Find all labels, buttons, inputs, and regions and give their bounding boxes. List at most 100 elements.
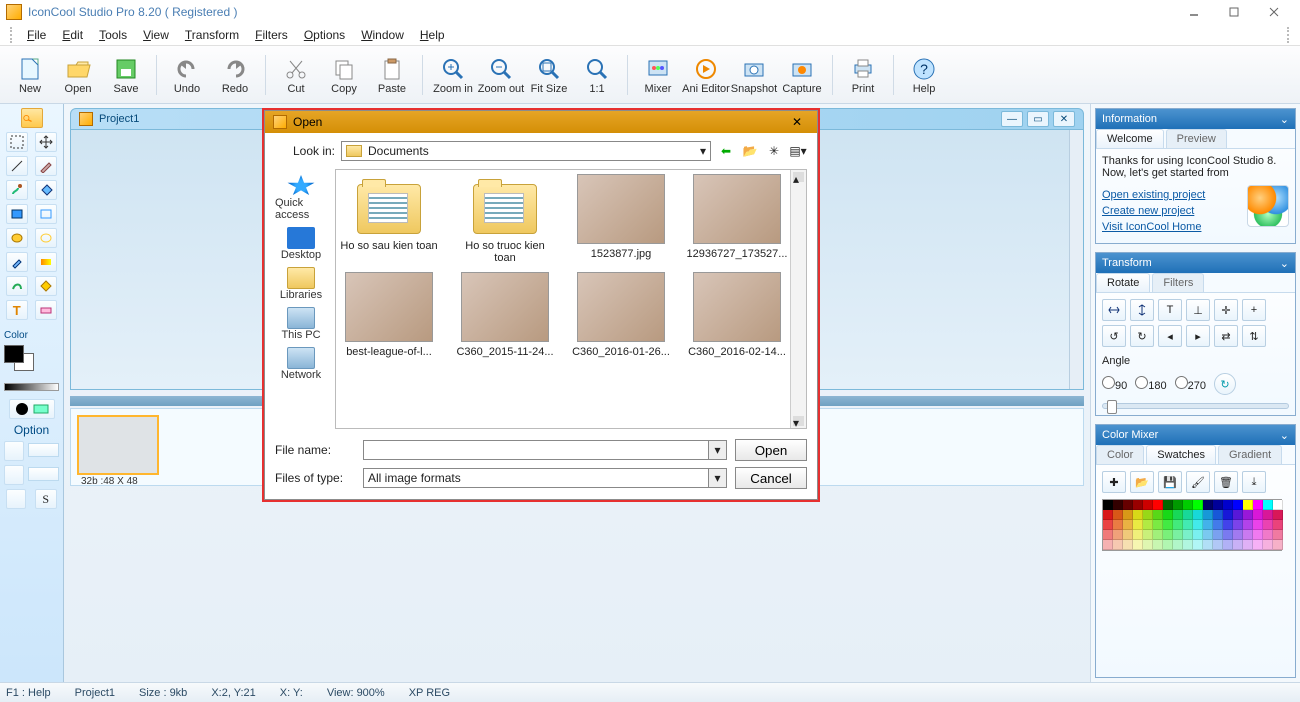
place-libraries[interactable]: Libraries: [280, 267, 322, 301]
anieditor-button[interactable]: Ani Editor: [682, 49, 730, 101]
close-button[interactable]: [1254, 2, 1294, 22]
swatch-del-icon[interactable]: 🗑: [1214, 471, 1238, 493]
filesoftype-select[interactable]: All image formats▾: [363, 468, 727, 488]
filename-input[interactable]: ▾: [363, 440, 727, 460]
canvas-scrollbar-v[interactable]: [1069, 130, 1083, 389]
tab-gradient[interactable]: Gradient: [1218, 445, 1282, 464]
help-button[interactable]: ?Help: [900, 49, 948, 101]
file-scrollbar[interactable]: ▴ ▾: [790, 170, 806, 428]
cut-button[interactable]: Cut: [272, 49, 320, 101]
rect-outline-tool[interactable]: [35, 204, 57, 224]
tab-preview[interactable]: Preview: [1166, 129, 1227, 148]
eyedrop-tool[interactable]: [6, 252, 28, 272]
align-icon[interactable]: +: [1242, 299, 1266, 321]
opt-3[interactable]: [6, 489, 26, 509]
link-create-new[interactable]: Create new project: [1102, 205, 1239, 217]
tab-rotate[interactable]: Rotate: [1096, 273, 1150, 292]
swap2-icon[interactable]: ⇅: [1242, 325, 1266, 347]
paste-button[interactable]: Paste: [368, 49, 416, 101]
rect-tool[interactable]: [6, 204, 28, 224]
line-tool[interactable]: [6, 156, 28, 176]
file-item[interactable]: C360_2016-01-26...: [572, 272, 670, 358]
panel-collapse-icon[interactable]: ⌄: [1280, 113, 1289, 126]
ellipse-tool[interactable]: [6, 228, 28, 248]
redo-button[interactable]: Redo: [211, 49, 259, 101]
gradient-tool[interactable]: [35, 252, 57, 272]
mirror2-icon[interactable]: ⊥: [1186, 299, 1210, 321]
magic-wand-tool[interactable]: [21, 108, 43, 128]
capture-button[interactable]: Capture: [778, 49, 826, 101]
shape-tool[interactable]: [35, 276, 57, 296]
file-item[interactable]: C360_2016-02-14...: [688, 272, 786, 358]
menu-help[interactable]: Help: [412, 26, 453, 44]
thumbnail[interactable]: 32b :48 X 48: [77, 415, 159, 475]
doc-max-button[interactable]: ▭: [1027, 111, 1049, 127]
angle-180[interactable]: 180: [1135, 376, 1166, 392]
nav-viewmenu-icon[interactable]: ▤▾: [789, 142, 807, 160]
nav-newfolder-icon[interactable]: ✳: [765, 142, 783, 160]
nav-back-icon[interactable]: ⬅: [717, 142, 735, 160]
file-item[interactable]: 12936727_173527...: [688, 174, 786, 264]
place-thispc[interactable]: This PC: [281, 307, 320, 341]
mirror-icon[interactable]: T: [1158, 299, 1182, 321]
angle-270[interactable]: 270: [1175, 376, 1206, 392]
maximize-button[interactable]: [1214, 2, 1254, 22]
angle-slider[interactable]: [1102, 403, 1289, 409]
move-tool[interactable]: [35, 132, 57, 152]
open-button[interactable]: Open: [735, 439, 807, 461]
zoomout-button[interactable]: Zoom out: [477, 49, 525, 101]
color-swatch[interactable]: [4, 345, 59, 375]
align-center-icon[interactable]: ✛: [1214, 299, 1238, 321]
opt-4[interactable]: S: [35, 489, 57, 509]
snapshot-button[interactable]: Snapshot: [730, 49, 778, 101]
place-network[interactable]: Network: [281, 347, 321, 381]
swatch-add-icon[interactable]: 🖌: [1186, 471, 1210, 493]
save-button[interactable]: Save: [102, 49, 150, 101]
menu-options[interactable]: Options: [296, 26, 353, 44]
marquee-tool[interactable]: [6, 132, 28, 152]
smudge-tool[interactable]: [6, 276, 28, 296]
filename-dropdown-icon[interactable]: ▾: [708, 441, 726, 459]
dialog-close-button[interactable]: ✕: [785, 113, 809, 131]
flip-h-icon[interactable]: [1102, 299, 1126, 321]
file-item[interactable]: 1523877.jpg: [572, 174, 670, 264]
file-item[interactable]: C360_2015-11-24...: [456, 272, 554, 358]
swatch-open-icon[interactable]: 📂: [1130, 471, 1154, 493]
file-item[interactable]: Ho so truoc kien toan: [456, 174, 554, 264]
tab-swatches[interactable]: Swatches: [1146, 445, 1216, 464]
menu-view[interactable]: View: [135, 26, 177, 44]
swatch-save-icon[interactable]: 💾: [1158, 471, 1182, 493]
brush-tool[interactable]: [6, 180, 28, 200]
fit-button[interactable]: Fit Size: [525, 49, 573, 101]
minimize-button[interactable]: [1174, 2, 1214, 22]
undo-button[interactable]: Undo: [163, 49, 211, 101]
menu-edit[interactable]: Edit: [54, 26, 91, 44]
bucket-tool[interactable]: [35, 180, 57, 200]
opt-slider-1[interactable]: [28, 443, 59, 457]
place-quickaccess[interactable]: Quick access: [275, 175, 327, 221]
link-visit-home[interactable]: Visit IconCool Home: [1102, 221, 1239, 233]
tab-color[interactable]: Color: [1096, 445, 1144, 464]
filesoftype-dropdown-icon[interactable]: ▾: [708, 469, 726, 487]
zoomin-button[interactable]: Zoom in: [429, 49, 477, 101]
oneone-button[interactable]: 1:1: [573, 49, 621, 101]
menu-window[interactable]: Window: [353, 26, 412, 44]
doc-min-button[interactable]: —: [1001, 111, 1023, 127]
opt-2[interactable]: [4, 465, 24, 485]
menu-tools[interactable]: Tools: [91, 26, 135, 44]
angle-90[interactable]: 90: [1102, 376, 1127, 392]
ellipse-outline-tool[interactable]: [35, 228, 57, 248]
open-button[interactable]: Open: [54, 49, 102, 101]
swatch-new-icon[interactable]: ✚: [1102, 471, 1126, 493]
swap-icon[interactable]: ⇄: [1214, 325, 1238, 347]
nudge-right-icon[interactable]: ▸: [1186, 325, 1210, 347]
text-tool[interactable]: T: [6, 300, 28, 320]
cancel-button[interactable]: Cancel: [735, 467, 807, 489]
copy-button[interactable]: Copy: [320, 49, 368, 101]
pencil-tool[interactable]: [35, 156, 57, 176]
swatch-export-icon[interactable]: ⤓: [1242, 471, 1266, 493]
menu-file[interactable]: File: [19, 26, 54, 44]
apply-angle-icon[interactable]: ↻: [1214, 373, 1236, 395]
nudge-left-icon[interactable]: ◂: [1158, 325, 1182, 347]
print-button[interactable]: Print: [839, 49, 887, 101]
